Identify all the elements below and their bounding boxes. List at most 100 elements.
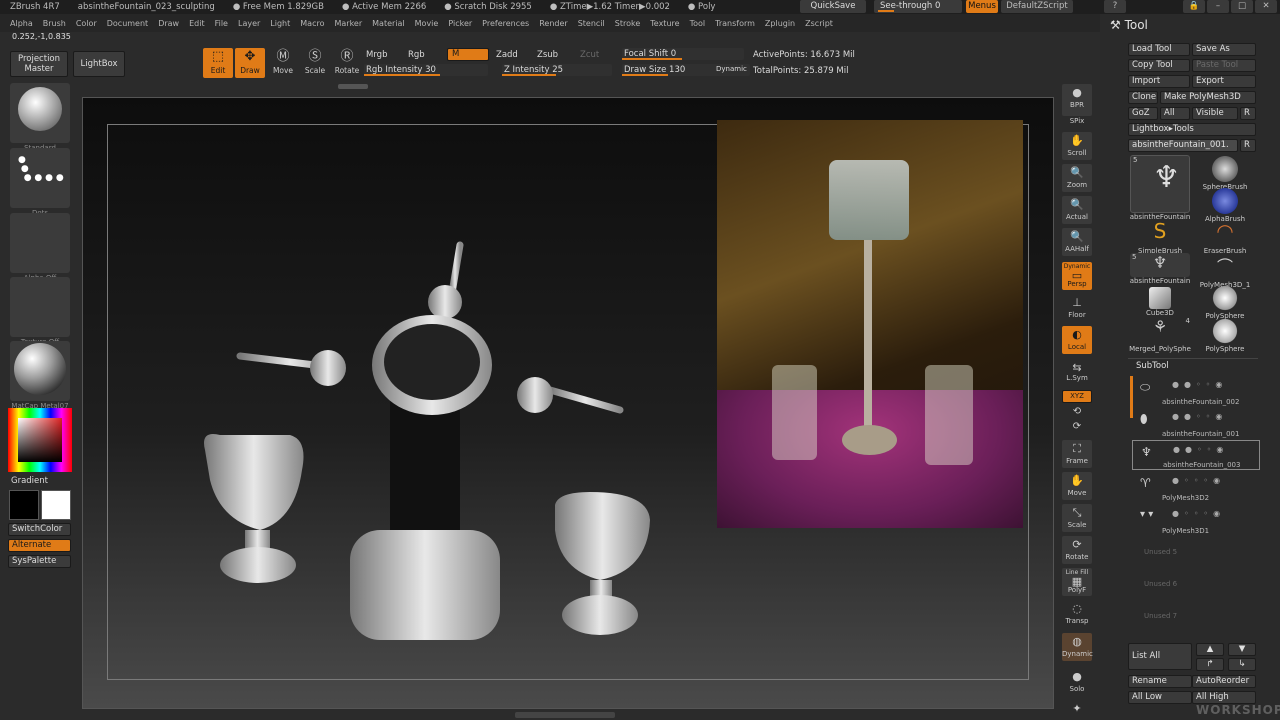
secondary-color-swatch[interactable] (9, 490, 39, 520)
subtool-row-selected[interactable]: ♆ ●●◦◦◉ absintheFountain_003 (1132, 440, 1260, 470)
subtool-row[interactable]: ⬭ ●●◦◦◉ absintheFountain_002 (1132, 376, 1260, 406)
syspalette-button[interactable]: SysPalette (8, 555, 71, 568)
ghost-button[interactable]: ◍ Dynamic (1062, 633, 1093, 661)
move-view-button[interactable]: ✋ Move (1062, 472, 1092, 500)
goz-visible-button[interactable]: Visible (1192, 107, 1238, 120)
actual-button[interactable]: 🔍 Actual (1062, 196, 1092, 224)
switchcolor-button[interactable]: SwitchColor (8, 523, 71, 536)
help-icon[interactable]: ? (1104, 0, 1126, 13)
subtool-toggles[interactable]: ●●◦◦◉ (1173, 445, 1228, 454)
rgb-button[interactable]: Rgb (408, 50, 425, 60)
menu-macro[interactable]: Macro (300, 19, 324, 28)
make-polymesh-button[interactable]: Make PolyMesh3D (1160, 91, 1256, 104)
goz-button[interactable]: GoZ (1128, 107, 1158, 120)
menu-material[interactable]: Material (372, 19, 405, 28)
texture-thumbnail[interactable]: Texture Off (10, 277, 70, 346)
stroke-thumbnail[interactable]: ● ● ● ● ● ● Dots (10, 148, 70, 217)
zoom-button[interactable]: 🔍 Zoom (1062, 164, 1092, 192)
menu-edit[interactable]: Edit (189, 19, 205, 28)
minimize-icon[interactable]: – (1207, 0, 1229, 13)
subtool-row[interactable]: ▾ ▾ ●◦◦◦◉ PolyMesh3D1 (1132, 505, 1260, 535)
aahalf-button[interactable]: 🔍 AAHalf (1062, 228, 1092, 256)
goz-all-button[interactable]: All (1160, 107, 1190, 120)
tool-thumb-polysphere-2[interactable]: PolySphere (1194, 317, 1256, 353)
menu-zplugin[interactable]: Zplugin (765, 19, 795, 28)
export-button[interactable]: Export (1192, 75, 1256, 88)
subtool-row[interactable]: ♈ ●◦◦◦◉ PolyMesh3D2 (1132, 472, 1260, 502)
move-button[interactable]: Ⓜ Move (268, 48, 298, 78)
menu-stroke[interactable]: Stroke (615, 19, 641, 28)
menu-light[interactable]: Light (270, 19, 290, 28)
rotate-button[interactable]: Ⓡ Rotate (332, 48, 362, 78)
lightbox-tools-button[interactable]: Lightbox▸Tools (1128, 123, 1256, 136)
menu-preferences[interactable]: Preferences (482, 19, 529, 28)
menu-color[interactable]: Color (76, 19, 97, 28)
move-down-icon[interactable]: ▼ (1228, 643, 1256, 656)
polyf-button[interactable]: Line Fill ▦ PolyF (1062, 568, 1092, 596)
bpr-button[interactable]: ● BPR (1062, 84, 1092, 116)
frame-button[interactable]: ⛶ Frame (1062, 440, 1092, 468)
shelf-collapse-handle[interactable] (338, 84, 368, 89)
spix-slider[interactable]: SPix (1058, 117, 1096, 125)
color-picker-square[interactable] (18, 418, 62, 462)
draw-size-slider[interactable]: Draw Size 130 Dynamic (622, 64, 750, 76)
subtool-row[interactable]: ⬮ ●●◦◦◉ absintheFountain_001 (1132, 408, 1260, 438)
menu-texture[interactable]: Texture (650, 19, 679, 28)
scale-view-button[interactable]: ⤡ Scale (1062, 504, 1092, 532)
tool-palette-title[interactable]: ⚒ Tool (1110, 18, 1148, 32)
import-button[interactable]: Import (1128, 75, 1190, 88)
list-all-button[interactable]: List All (1128, 643, 1192, 670)
brush-thumbnail[interactable]: Standard (10, 83, 70, 152)
menu-picker[interactable]: Picker (448, 19, 472, 28)
edit-button[interactable]: ⬚ Edit (203, 48, 233, 78)
zcut-button[interactable]: Zcut (580, 50, 599, 60)
persp-button[interactable]: Dynamic ▭ Persp (1062, 262, 1092, 290)
xpose-button[interactable]: ✦ (1062, 700, 1092, 720)
menu-file[interactable]: File (215, 19, 228, 28)
tool-thumb-cube3d[interactable]: Cube3D (1129, 284, 1191, 317)
z-intensity-slider[interactable]: Z Intensity 25 (502, 64, 612, 76)
tool-thumb-merged-polysphere[interactable]: ⚘ 4 Merged_PolySphe (1129, 317, 1191, 353)
autoreorder-button[interactable]: AutoReorder (1192, 675, 1256, 688)
fountain-model[interactable] (190, 230, 670, 670)
scale-button[interactable]: Ⓢ Scale (300, 48, 330, 78)
all-low-button[interactable]: All Low (1128, 691, 1192, 704)
main-color-swatch[interactable] (41, 490, 71, 520)
rotate-z-icon[interactable]: ⟳ (1058, 421, 1096, 432)
color-picker[interactable] (8, 408, 72, 472)
local-button[interactable]: ◐ Local (1062, 326, 1092, 354)
load-tool-button[interactable]: Load Tool (1128, 43, 1190, 56)
xyz-button[interactable]: XYZ (1062, 390, 1092, 403)
floor-button[interactable]: ⊥ Floor (1062, 294, 1092, 322)
clone-button[interactable]: Clone (1128, 91, 1158, 104)
menu-stencil[interactable]: Stencil (578, 19, 605, 28)
move-top-icon[interactable]: ↱ (1196, 658, 1224, 671)
projection-master-button[interactable]: Projection Master (10, 51, 68, 77)
mrgb-button[interactable]: Mrgb (366, 50, 387, 60)
menu-marker[interactable]: Marker (334, 19, 362, 28)
lightbox-button[interactable]: LightBox (73, 51, 125, 77)
transp-button[interactable]: ◌ Transp (1062, 600, 1092, 628)
menu-alpha[interactable]: Alpha (10, 19, 33, 28)
menu-brush[interactable]: Brush (43, 19, 66, 28)
save-as-button[interactable]: Save As (1192, 43, 1256, 56)
tool-thumb-simplebrush[interactable]: S SimpleBrush (1129, 219, 1191, 255)
tool-thumb-absinthe-small[interactable]: 5 ♆ absintheFountain (1129, 253, 1191, 285)
subtool-toggles[interactable]: ●●◦◦◉ (1172, 380, 1227, 389)
see-through-slider[interactable]: See-through 0 (874, 0, 962, 13)
move-up-icon[interactable]: ▲ (1196, 643, 1224, 656)
solo-button[interactable]: ● Solo (1062, 668, 1092, 696)
alternate-button[interactable]: Alternate (8, 539, 71, 552)
lock-icon[interactable]: 🔒 (1183, 0, 1205, 13)
menu-draw[interactable]: Draw (158, 19, 179, 28)
subtool-toggles[interactable]: ●◦◦◦◉ (1172, 476, 1225, 485)
tool-thumb-spherebrush[interactable]: SphereBrush (1194, 155, 1256, 191)
move-bottom-icon[interactable]: ↳ (1228, 658, 1256, 671)
lsym-button[interactable]: ⇆ L.Sym (1062, 362, 1092, 386)
goz-r-button[interactable]: R (1240, 107, 1256, 120)
tool-thumb-alphabrush[interactable]: AlphaBrush (1194, 187, 1256, 223)
menu-movie[interactable]: Movie (415, 19, 439, 28)
zadd-button[interactable]: Zadd (496, 50, 518, 60)
quicksave-button[interactable]: QuickSave (800, 0, 866, 13)
dynamic-toggle[interactable]: Dynamic (716, 65, 747, 73)
